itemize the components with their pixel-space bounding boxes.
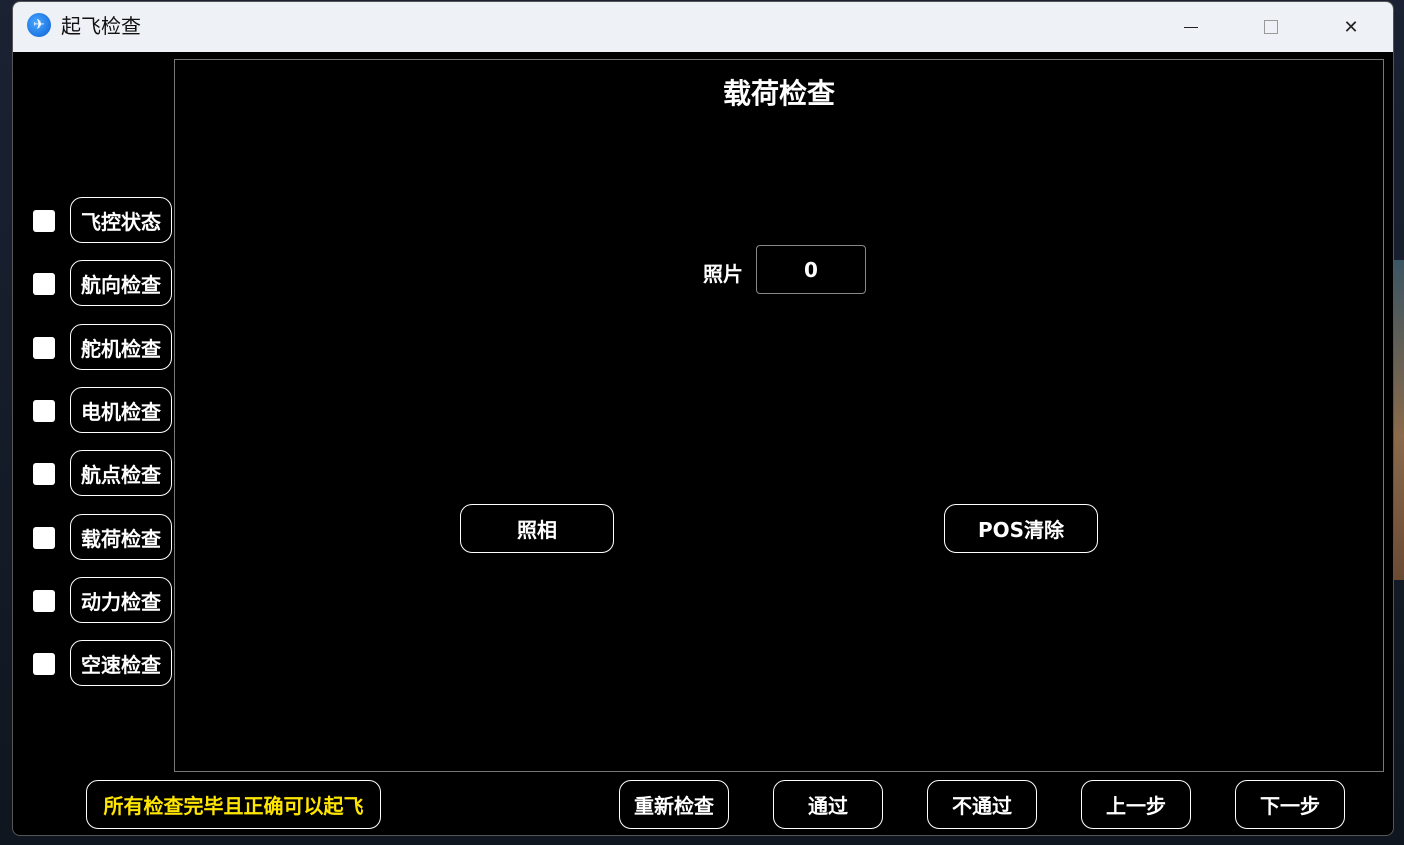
maximize-button[interactable] xyxy=(1231,2,1311,52)
check-step-button[interactable]: 舵机检查 xyxy=(70,324,172,370)
fail-button[interactable]: 不通过 xyxy=(927,780,1037,829)
checkbox[interactable] xyxy=(33,273,55,295)
check-step-button[interactable]: 航点检查 xyxy=(70,450,172,496)
checkbox[interactable] xyxy=(33,337,55,359)
check-step-button[interactable]: 动力检查 xyxy=(70,577,172,623)
take-photo-button[interactable]: 照相 xyxy=(460,504,614,553)
close-icon: ✕ xyxy=(1343,16,1359,38)
photo-count-label: 照片 xyxy=(703,262,743,286)
checkbox[interactable] xyxy=(33,590,55,612)
recheck-button[interactable]: 重新检查 xyxy=(619,780,729,829)
checklist-item-power: 动力检查 xyxy=(33,577,173,627)
check-step-button[interactable]: 载荷检查 xyxy=(70,514,172,560)
pass-button[interactable]: 通过 xyxy=(773,780,883,829)
checkbox[interactable] xyxy=(33,527,55,549)
checkbox[interactable] xyxy=(33,653,55,675)
maximize-icon xyxy=(1264,20,1278,34)
payload-check-panel: 载荷检查 照片 0 照相 POS清除 xyxy=(174,59,1384,772)
photo-count-field: 0 xyxy=(756,245,866,294)
title-bar: ✈ 起飞检查 ✕ xyxy=(13,2,1393,52)
check-step-button[interactable]: 飞控状态 xyxy=(70,197,172,243)
check-step-button[interactable]: 航向检查 xyxy=(70,260,172,306)
all-checks-status: 所有检查完毕且正确可以起飞 xyxy=(86,780,381,829)
close-button[interactable]: ✕ xyxy=(1311,2,1391,52)
checkbox[interactable] xyxy=(33,463,55,485)
window-title: 起飞检查 xyxy=(61,14,141,38)
checkbox[interactable] xyxy=(33,400,55,422)
checklist-item-servo: 舵机检查 xyxy=(33,324,173,374)
previous-step-button[interactable]: 上一步 xyxy=(1081,780,1191,829)
minimize-button[interactable] xyxy=(1151,2,1231,52)
checkbox[interactable] xyxy=(33,210,55,232)
panel-title: 载荷检查 xyxy=(722,77,835,110)
checklist-item-motor: 电机检查 xyxy=(33,387,173,437)
minimize-icon xyxy=(1184,26,1198,28)
checklist-item-heading: 航向检查 xyxy=(33,260,173,310)
checklist-item-waypoint: 航点检查 xyxy=(33,450,173,500)
next-step-button[interactable]: 下一步 xyxy=(1235,780,1345,829)
checklist-item-airspeed: 空速检查 xyxy=(33,640,173,690)
pos-clear-button[interactable]: POS清除 xyxy=(944,504,1098,553)
plane-app-icon: ✈ xyxy=(27,13,51,37)
checklist-item-flight-control: 飞控状态 xyxy=(33,197,173,247)
preflight-check-window: ✈ 起飞检查 ✕ 飞控状态 航向检查 舵机检查 电机检查 航点检查 载荷检查 动… xyxy=(12,1,1394,836)
checklist-item-payload: 载荷检查 xyxy=(33,514,173,564)
check-step-button[interactable]: 电机检查 xyxy=(70,387,172,433)
check-step-button[interactable]: 空速检查 xyxy=(70,640,172,686)
